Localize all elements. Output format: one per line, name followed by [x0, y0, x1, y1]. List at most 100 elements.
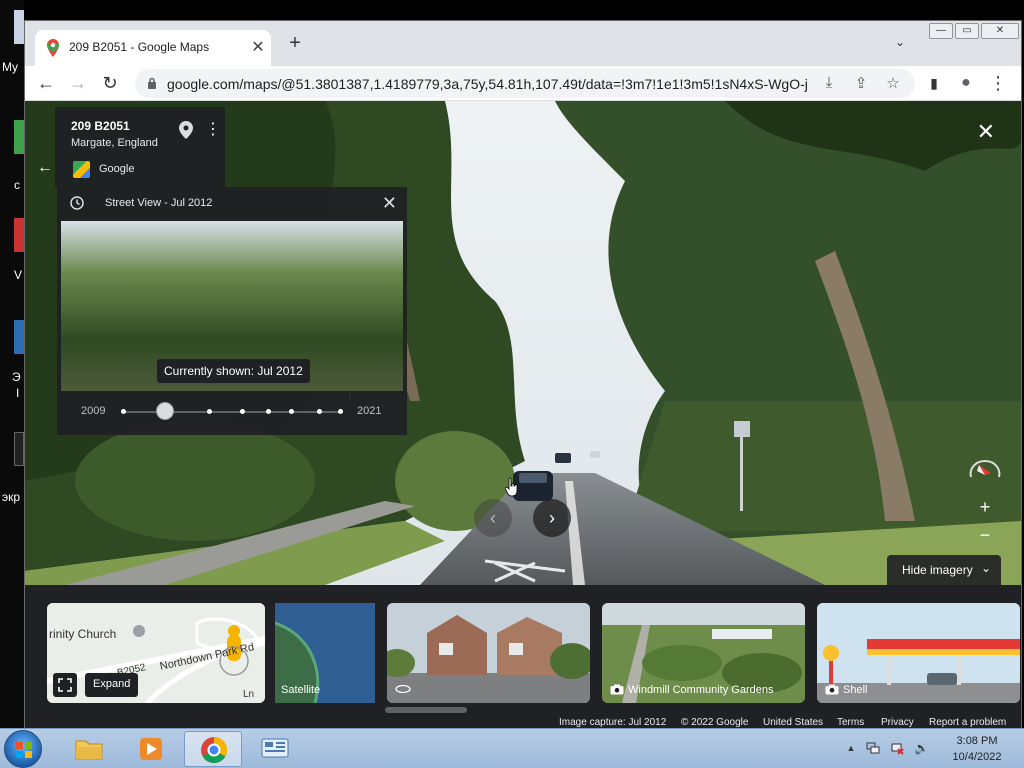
zoom-in-button[interactable]: + — [977, 497, 993, 518]
network-icon[interactable] — [890, 741, 904, 755]
photo-card-shell[interactable]: Shell — [817, 603, 1020, 703]
tab-title: 209 B2051 - Google Maps — [69, 40, 210, 54]
expand-icon[interactable] — [53, 673, 77, 697]
privacy-link[interactable]: Privacy — [881, 717, 914, 728]
taskbar-chrome[interactable] — [184, 731, 242, 767]
photo-card-label: Shell — [843, 684, 868, 696]
minimap-card[interactable]: rinity Church B2052 Northdown Park Rd Ln… — [47, 603, 265, 703]
street-photo-card[interactable] — [387, 603, 590, 703]
maps-pin-icon — [47, 39, 59, 57]
map-label-church: rinity Church — [49, 627, 117, 641]
timeline-stop[interactable] — [121, 409, 126, 414]
side-panel-icon[interactable]: ▮ — [923, 72, 945, 94]
history-clock-icon[interactable] — [69, 195, 85, 211]
bookmark-star-icon[interactable]: ☆ — [883, 74, 903, 92]
media-player-icon — [140, 738, 162, 760]
browser-menu-icon[interactable]: ⋮ — [987, 72, 1009, 94]
hide-imagery-button[interactable]: Hide imagery ⌄ — [887, 555, 1001, 585]
time-machine-panel: Street View - Jul 2012 ✕ Currently shown… — [57, 187, 407, 435]
tab-search-chevron-icon[interactable]: ⌄ — [895, 35, 905, 49]
desktop-icon[interactable] — [14, 120, 24, 154]
map-label-road: Ln — [243, 689, 255, 700]
zoom-out-button[interactable]: − — [977, 525, 993, 546]
desktop-icon[interactable] — [14, 432, 24, 466]
timeline-stop[interactable] — [338, 409, 343, 414]
time-machine-header: Street View - Jul 2012 ✕ — [57, 187, 407, 221]
maximize-button[interactable]: ▭ — [955, 23, 979, 39]
desktop-icon[interactable] — [14, 10, 24, 44]
chevron-down-icon: ⌄ — [980, 561, 991, 575]
taskbar-media-player[interactable] — [122, 731, 180, 767]
street-view-panorama[interactable]: ✕ 209 B2051 Margate, England Google ⋮ ← — [25, 101, 1021, 585]
volume-icon[interactable]: 🔊 — [914, 741, 929, 755]
browser-toolbar: ← → ↻ google.com/maps/@51.3801387,1.4189… — [25, 66, 1021, 101]
report-problem-link[interactable]: Report a problem — [929, 717, 1006, 728]
desktop-label: V — [14, 268, 23, 282]
lock-icon — [148, 77, 156, 89]
compass-icon[interactable] — [965, 457, 1005, 481]
timeline-stop[interactable] — [207, 409, 212, 414]
clock-date[interactable]: 10/4/2022 — [948, 751, 1006, 763]
close-time-machine-icon[interactable]: ✕ — [382, 193, 397, 214]
terms-link[interactable]: Terms — [837, 717, 864, 728]
map-footer: Image capture: Jul 2012 © 2022 Google Un… — [25, 715, 1021, 729]
back-button[interactable]: ← — [35, 72, 57, 94]
timeline-end-year: 2021 — [357, 405, 382, 417]
desktop-label: c — [14, 178, 20, 192]
place-info-card: 209 B2051 Margate, England Google ⋮ — [55, 107, 225, 187]
taskbar-control-panel[interactable] — [246, 731, 304, 767]
start-button[interactable] — [4, 730, 42, 768]
tab-close-icon[interactable]: ✕ — [249, 37, 267, 57]
satellite-label: Satellite — [281, 684, 321, 696]
expand-label[interactable]: Expand — [85, 673, 139, 697]
camera-icon — [825, 684, 839, 695]
photo-card-windmill[interactable]: Windmill Community Gardens — [602, 603, 805, 703]
desktop-label: I — [16, 386, 20, 400]
windows-logo-icon — [16, 742, 32, 758]
share-icon[interactable]: ⇪ — [851, 74, 871, 92]
previous-photo-button[interactable]: ‹ — [474, 499, 512, 537]
region-link[interactable]: United States — [763, 717, 823, 728]
time-machine-title: Street View - Jul 2012 — [105, 197, 213, 209]
reload-button[interactable]: ↻ — [99, 72, 121, 94]
taskbar-explorer[interactable] — [60, 731, 118, 767]
desktop-background: My c V Э I экр — [0, 0, 24, 728]
location-pin-icon[interactable] — [179, 121, 193, 139]
timeline-start-year: 2009 — [81, 405, 106, 417]
desktop-label: My — [2, 60, 18, 74]
more-options-icon[interactable]: ⋮ — [205, 119, 221, 139]
tray-expand-icon[interactable]: ▲ — [844, 741, 858, 755]
minimize-button[interactable]: — — [929, 23, 953, 39]
desktop-icon[interactable] — [14, 218, 24, 252]
desktop-label: Э — [12, 370, 21, 384]
next-photo-button[interactable]: › — [533, 499, 571, 537]
desktop-label: экр — [2, 490, 21, 504]
close-street-view-icon[interactable]: ✕ — [977, 119, 995, 145]
back-arrow-icon[interactable]: ← — [37, 159, 53, 177]
satellite-card[interactable]: Satellite — [275, 603, 375, 703]
photo-card-label: Windmill Community Gardens — [628, 684, 774, 696]
chrome-icon — [201, 736, 228, 764]
street-photo-image — [387, 603, 590, 703]
camera-icon — [610, 684, 624, 695]
action-center-icon[interactable] — [866, 741, 880, 755]
url-text[interactable]: google.com/maps/@51.3801387,1.4189779,3a… — [167, 76, 807, 92]
install-icon[interactable]: ⤓ — [819, 74, 839, 91]
timeline-slider-thumb[interactable] — [155, 402, 174, 420]
close-window-button[interactable]: ✕ — [981, 23, 1019, 39]
tab-google-maps[interactable]: 209 B2051 - Google Maps ✕ — [35, 30, 271, 66]
strip-scrollbar[interactable] — [385, 707, 467, 713]
profile-avatar-icon[interactable]: ● — [955, 72, 977, 94]
timeline-stop[interactable] — [289, 409, 294, 414]
desktop-icon[interactable] — [14, 320, 24, 354]
clock-time[interactable]: 3:08 PM — [948, 735, 1006, 747]
place-subtitle: Margate, England — [71, 137, 158, 149]
timeline-stop[interactable] — [266, 409, 271, 414]
forward-button[interactable]: → — [67, 72, 89, 94]
address-bar[interactable]: google.com/maps/@51.3801387,1.4189779,3a… — [135, 69, 915, 98]
hand-cursor-icon — [505, 477, 518, 497]
new-tab-button[interactable]: + — [284, 33, 306, 53]
timeline-stop[interactable] — [240, 409, 245, 414]
folder-icon — [75, 740, 103, 760]
timeline-stop[interactable] — [317, 409, 322, 414]
